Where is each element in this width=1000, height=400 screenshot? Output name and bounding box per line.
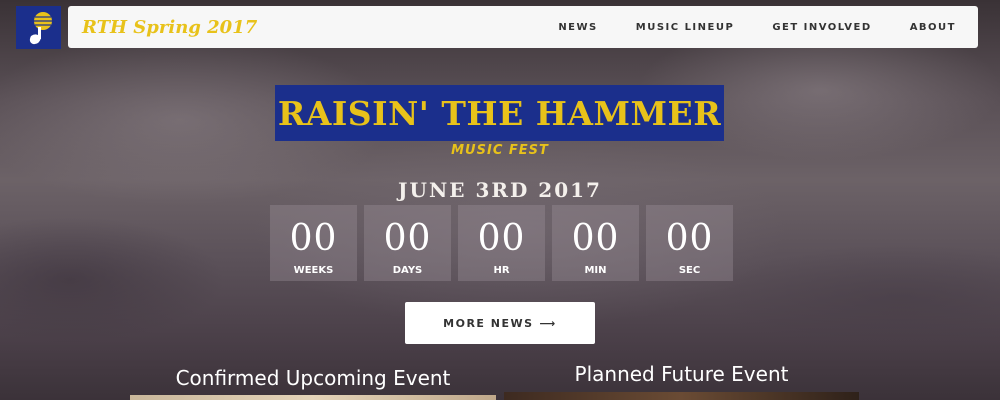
countdown-label: HR	[493, 265, 510, 276]
planned-event-image[interactable]	[504, 392, 859, 400]
logo[interactable]	[16, 6, 61, 49]
countdown-minutes: 00 MIN	[552, 205, 639, 281]
hero-subtitle: MUSIC FEST	[451, 143, 549, 158]
countdown-value: 00	[383, 218, 432, 259]
nav-link-music-lineup[interactable]: MUSIC LINEUP	[636, 22, 735, 33]
countdown-value: 00	[289, 218, 338, 259]
countdown-timer: 00 WEEKS 00 DAYS 00 HR 00 MIN 00 SEC	[270, 205, 738, 281]
countdown-label: SEC	[678, 265, 701, 276]
confirmed-event-image[interactable]	[130, 395, 496, 400]
hero-title-banner: RAISIN' THE HAMMER	[275, 85, 724, 141]
guitar-logo-icon	[29, 11, 52, 44]
nav-links: NEWS MUSIC LINEUP GET INVOLVED ABOUT	[558, 22, 956, 33]
countdown-label: WEEKS	[293, 265, 334, 276]
nav-link-get-involved[interactable]: GET INVOLVED	[772, 22, 871, 33]
countdown-seconds: 00 SEC	[646, 205, 733, 281]
countdown-value: 00	[571, 218, 620, 259]
confirmed-event-heading: Confirmed Upcoming Event	[175, 366, 451, 390]
countdown-label: DAYS	[392, 265, 423, 276]
event-date: JUNE 3RD 2017	[398, 178, 602, 202]
brand-link[interactable]: RTH Spring 2017	[82, 17, 257, 38]
planned-event-heading: Planned Future Event	[574, 362, 789, 386]
countdown-hours: 00 HR	[458, 205, 545, 281]
countdown-value: 00	[477, 218, 526, 259]
countdown-days: 00 DAYS	[364, 205, 451, 281]
top-navbar: RTH Spring 2017 NEWS MUSIC LINEUP GET IN…	[68, 6, 978, 48]
countdown-label: MIN	[584, 265, 607, 276]
more-news-label: MORE NEWS	[443, 316, 534, 330]
arrow-right-icon: ⟶	[539, 316, 557, 330]
more-news-button[interactable]: MORE NEWS ⟶	[405, 302, 595, 344]
countdown-value: 00	[665, 218, 714, 259]
countdown-weeks: 00 WEEKS	[270, 205, 357, 281]
hero-title: RAISIN' THE HAMMER	[277, 93, 722, 133]
nav-link-about[interactable]: ABOUT	[910, 22, 956, 33]
nav-link-news[interactable]: NEWS	[558, 22, 597, 33]
